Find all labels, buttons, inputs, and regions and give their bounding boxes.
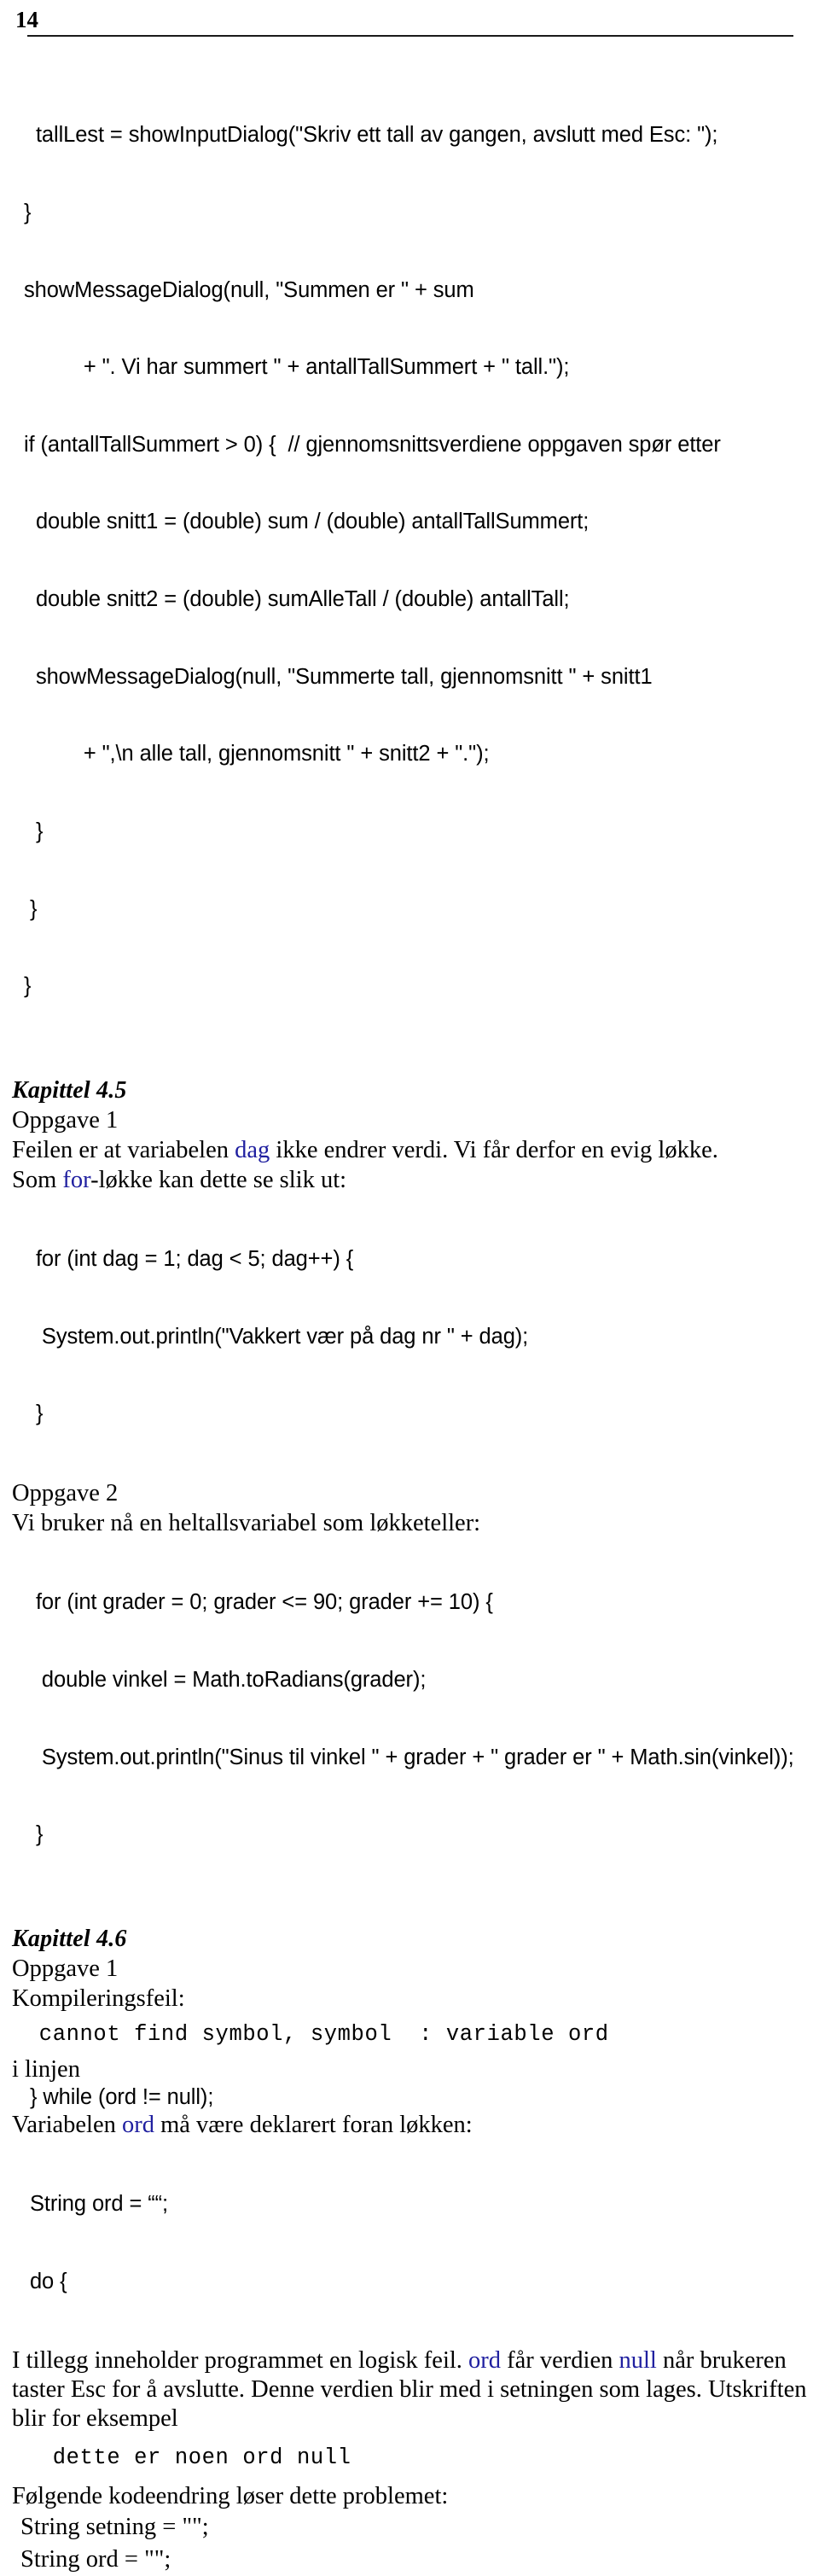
- code-block-chapter44-continued: tallLest = showInputDialog("Skriv ett ta…: [12, 71, 807, 1051]
- code-line: double snitt2 = (double) sumAlleTall / (…: [12, 587, 570, 612]
- code-block-for-grader: for (int grader = 0; grader <= 90; grade…: [12, 1538, 807, 1899]
- text-fragment: Feilen er at variabelen: [12, 1136, 235, 1163]
- code-line: }: [12, 1822, 44, 1847]
- keyword-null: null: [619, 2346, 657, 2374]
- code-line: double vinkel = Math.toRadians(grader);: [12, 1667, 427, 1692]
- heading-kapittel-4-5: Kapittel 4.5: [12, 1076, 127, 1104]
- code-line: if (antallTallSummert > 0) { // gjennoms…: [12, 432, 721, 457]
- page-content: tallLest = showInputDialog("Skriv ett ta…: [0, 71, 819, 2576]
- code-line: String setning = "";: [20, 2513, 209, 2540]
- paragraph-i-linjen: i linjen: [12, 2055, 80, 2083]
- text-fragment: -løkke kan dette se slik ut:: [90, 1166, 347, 1193]
- paragraph-som-for-lokke: Som for-løkke kan dette se slik ut:: [12, 1165, 807, 1195]
- text-fragment: må være deklarert foran løkken:: [154, 2112, 473, 2138]
- text-fragment: Som: [12, 1166, 63, 1193]
- text-fragment: I tillegg inneholder programmet en logis…: [12, 2346, 469, 2374]
- code-line: tallLest = showInputDialog("Skriv ett ta…: [12, 123, 718, 148]
- paragraph-kompileringsfeil: Kompileringsfeil:: [12, 1984, 185, 2012]
- code-line: showMessageDialog(null, "Summerte tall, …: [12, 664, 653, 689]
- subheading-oppgave-1: Oppgave 1: [12, 1106, 119, 1134]
- page-header: 14: [0, 0, 819, 37]
- code-line-while-ord: } while (ord != null);: [12, 2084, 214, 2109]
- page-number: 14: [15, 7, 38, 32]
- keyword-for: for: [62, 1166, 91, 1193]
- document-page: 14 tallLest = showInputDialog("Skriv ett…: [0, 0, 819, 2573]
- header-divider: [27, 35, 793, 37]
- paragraph-kodeendring: Følgende kodeendring løser dette problem…: [12, 2482, 449, 2509]
- code-line: System.out.println("Vakkert vær på dag n…: [12, 1324, 529, 1349]
- paragraph-logisk-feil: I tillegg inneholder programmet en logis…: [12, 2346, 807, 2433]
- text-fragment: får verdien: [501, 2346, 619, 2374]
- code-line: }: [12, 974, 32, 999]
- code-line: String ord = "";: [20, 2545, 171, 2573]
- paragraph-variabelen-ord: Variabelen ord må være deklarert foran l…: [12, 2110, 807, 2140]
- subheading-oppgave-1-46: Oppgave 1: [12, 1955, 119, 1982]
- subheading-oppgave-2: Oppgave 2: [12, 1479, 119, 1507]
- code-block-string-declarations: String setning = ""; String ord = "";: [12, 2511, 807, 2576]
- code-line: for (int dag = 1; dag < 5; dag++) {: [12, 1247, 354, 1272]
- heading-kapittel-4-6: Kapittel 4.6: [12, 1925, 127, 1952]
- compiler-error-text: cannot find symbol, symbol : variable or…: [12, 2021, 609, 2047]
- paragraph-feilen-variabel: Feilen er at variabelen dag ikke endrer …: [12, 1135, 807, 1165]
- code-line: double snitt1 = (double) sum / (double) …: [12, 510, 590, 534]
- text-fragment: Variabelen: [12, 2112, 122, 2138]
- code-line: for (int grader = 0; grader <= 90; grade…: [12, 1590, 493, 1615]
- code-line: + ",\n alle tall, gjennomsnitt " + snitt…: [12, 742, 490, 766]
- paragraph-heltallsvariabel: Vi bruker nå en heltallsvariabel som løk…: [12, 1509, 481, 1536]
- keyword-ord-2: ord: [468, 2346, 502, 2374]
- keyword-ord: ord: [121, 2112, 154, 2138]
- code-line: showMessageDialog(null, "Summen er " + s…: [12, 277, 474, 302]
- code-block-string-ord-do: String ord = ““; do {: [12, 2140, 807, 2346]
- code-line: + ". Vi har summert " + antallTallSummer…: [12, 355, 570, 380]
- text-fragment: ikke endrer verdi. Vi får derfor en evig…: [270, 1136, 718, 1163]
- code-block-for-dag: for (int dag = 1; dag < 5; dag++) { Syst…: [12, 1195, 807, 1478]
- code-line: do {: [12, 2270, 67, 2294]
- code-line: System.out.println("Sinus til vinkel " +…: [12, 1745, 794, 1769]
- code-line: }: [12, 896, 38, 921]
- keyword-dag: dag: [235, 1136, 270, 1163]
- program-output-sample: dette er noen ord null: [12, 2445, 351, 2470]
- code-line: }: [12, 819, 44, 843]
- code-line: }: [12, 1402, 44, 1426]
- code-line: String ord = ““;: [12, 2192, 169, 2217]
- code-line: }: [12, 201, 32, 225]
